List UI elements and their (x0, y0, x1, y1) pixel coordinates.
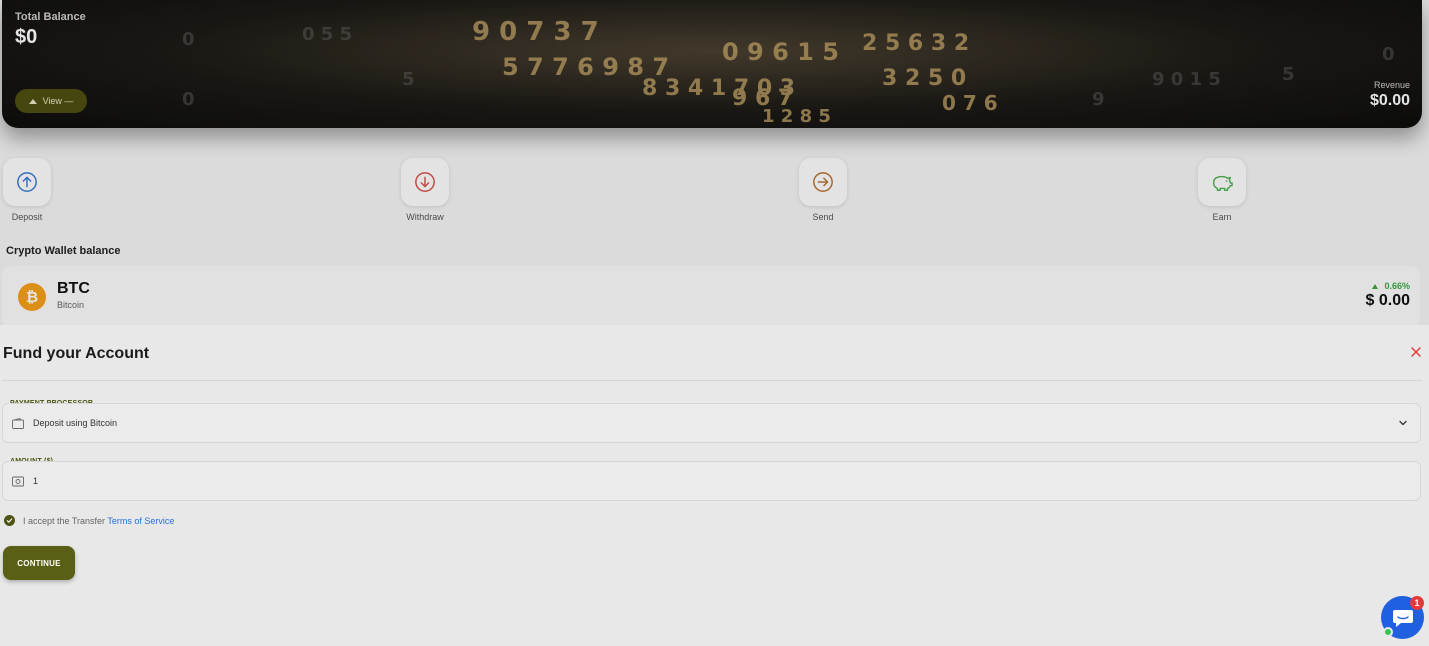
wallet-change-value: 0.66% (1384, 281, 1410, 291)
modal-divider (2, 380, 1422, 381)
send-action-label: Send (812, 212, 834, 222)
view-toggle-label: View — (42, 96, 74, 106)
close-icon (1411, 347, 1421, 357)
wallet-value: $ 0.00 (1365, 292, 1410, 309)
revenue-label: Revenue (1373, 80, 1410, 90)
wallet-icon (12, 418, 24, 429)
send-action[interactable]: Send (793, 158, 853, 222)
svg-text:9 0 7 3 7: 9 0 7 3 7 (472, 17, 599, 47)
online-status-dot (1383, 627, 1393, 637)
balance-hero-card: 9 0 7 3 7 5 7 7 6 9 8 7 8 3 4 1 7 0 3 0 … (2, 0, 1422, 128)
trend-up-icon (1372, 283, 1379, 289)
amount-input[interactable] (33, 472, 1333, 490)
withdraw-action[interactable]: Withdraw (395, 158, 455, 222)
arrow-down-circle-icon (415, 172, 435, 192)
wallet-symbol: BTC (57, 280, 90, 297)
caret-up-icon (28, 98, 37, 104)
svg-text:5: 5 (1282, 64, 1295, 85)
close-modal-button[interactable] (1409, 345, 1423, 359)
view-toggle-button[interactable]: View — (15, 89, 87, 113)
payment-processor-select[interactable]: Deposit using Bitcoin (2, 403, 1421, 443)
deposit-action-tile[interactable] (3, 158, 51, 206)
svg-text:2 5 6 3 2: 2 5 6 3 2 (862, 31, 969, 56)
terms-text: I accept the Transfer Terms of Service (23, 516, 174, 526)
withdraw-action-tile[interactable] (401, 158, 449, 206)
svg-text:1 2 8 5: 1 2 8 5 (762, 106, 831, 127)
svg-text:9: 9 (1092, 89, 1105, 110)
withdraw-action-label: Withdraw (406, 212, 444, 222)
wallet-change: 0.66% (1372, 281, 1410, 291)
terms-prefix: I accept the Transfer (23, 515, 106, 526)
piggy-bank-icon (1213, 175, 1233, 191)
continue-button[interactable]: CONTINUE (3, 546, 75, 580)
terms-row: I accept the Transfer Terms of Service (4, 515, 174, 526)
send-action-tile[interactable] (799, 158, 847, 206)
modal-title: Fund your Account (3, 345, 150, 362)
cash-icon (12, 476, 24, 487)
chevron-down-icon (1399, 420, 1407, 426)
earn-action-tile[interactable] (1198, 158, 1246, 206)
wallet-name: Bitcoin (57, 300, 85, 310)
total-balance-value: $0 (15, 26, 38, 48)
check-icon (6, 518, 13, 523)
fund-account-modal: Fund your Account PAYMENT PROCESSOR Depo… (0, 325, 1429, 646)
svg-text:0 9 6 1 5: 0 9 6 1 5 (722, 38, 839, 66)
svg-text:0: 0 (182, 29, 195, 50)
svg-text:0 7 6: 0 7 6 (942, 91, 998, 115)
arrow-up-circle-icon (17, 172, 37, 192)
terms-checkbox[interactable] (4, 515, 15, 526)
earn-action-label: Earn (1212, 212, 1232, 222)
deposit-action[interactable]: Deposit (0, 158, 57, 222)
svg-text:0 5 5: 0 5 5 (302, 24, 352, 45)
total-balance-label: Total Balance (15, 11, 86, 23)
deposit-action-label: Deposit (11, 212, 43, 222)
bitcoin-icon: ₿ (18, 283, 46, 311)
chat-bubble-icon (1392, 609, 1413, 627)
svg-text:0: 0 (1382, 44, 1395, 65)
svg-text:9 0 1 5: 9 0 1 5 (1152, 69, 1221, 90)
hero-numbers-decoration: 9 0 7 3 7 5 7 7 6 9 8 7 8 3 4 1 7 0 3 0 … (182, 17, 1395, 127)
svg-text:3 2 5 0: 3 2 5 0 (882, 66, 966, 91)
svg-text:0: 0 (182, 89, 195, 110)
arrow-right-circle-icon (813, 172, 833, 192)
btc-wallet-row[interactable]: ₿ BTC Bitcoin 0.66% $ 0.00 (2, 266, 1420, 328)
wallet-balance-heading: Crypto Wallet balance (6, 245, 121, 257)
amount-field[interactable] (2, 461, 1421, 501)
payment-processor-value: Deposit using Bitcoin (33, 418, 118, 428)
chat-unread-badge: 1 (1410, 596, 1424, 610)
earn-action[interactable]: Earn (1192, 158, 1252, 222)
terms-of-service-link[interactable]: Terms of Service (107, 516, 174, 526)
svg-text:5: 5 (402, 69, 415, 90)
revenue-value: $0.00 (1369, 92, 1410, 109)
